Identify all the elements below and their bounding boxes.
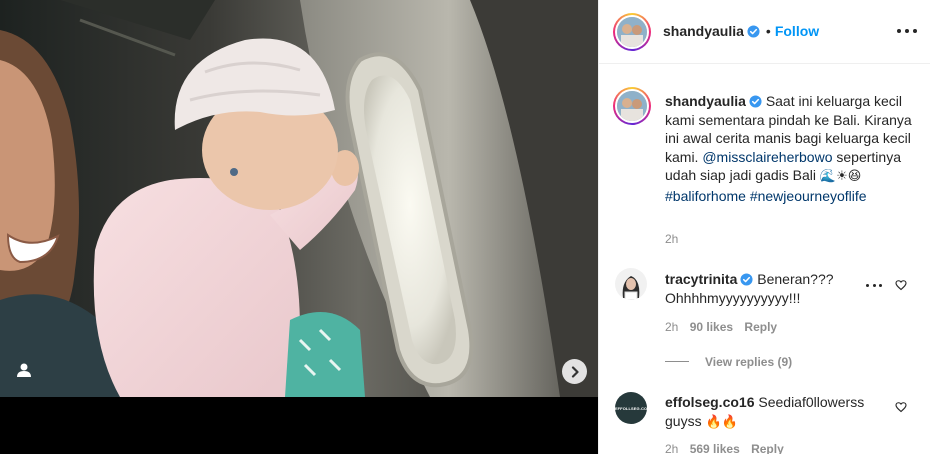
view-replies-button[interactable]: View replies (9) [705, 355, 792, 369]
comment-options-icon[interactable] [866, 282, 882, 288]
next-slide-button[interactable] [562, 359, 587, 384]
fire-emoji: 🔥 [705, 415, 722, 430]
post-details-panel: shandyaulia • Follow shandyaulia Saat ini … [598, 0, 930, 454]
heart-icon[interactable] [895, 401, 907, 413]
hashtag-link[interactable]: #newjeourneyoflife [750, 188, 867, 204]
author-avatar-image [617, 17, 647, 47]
verified-badge-icon [749, 95, 762, 108]
comment-meta: 2h 90 likes Reply [665, 320, 777, 334]
comment-time[interactable]: 2h [665, 442, 678, 454]
author-avatar[interactable] [613, 13, 651, 51]
caption-mention-link[interactable]: @missclaireherbowo [702, 149, 832, 165]
fire-emoji: 🔥 [721, 415, 738, 430]
wave-emoji: 🌊 [819, 169, 837, 184]
comment-username[interactable]: tracytrinita [665, 271, 737, 287]
view-replies-row[interactable]: View replies (9) [665, 353, 792, 371]
reply-button[interactable]: Reply [744, 320, 777, 334]
caption-timestamp[interactable]: 2h [665, 232, 678, 246]
comment-time[interactable]: 2h [665, 320, 678, 334]
caption-username[interactable]: shandyaulia [665, 93, 746, 109]
commenter-avatar[interactable]: EFFOLLSEG.CO [615, 392, 647, 424]
more-options-icon[interactable] [897, 23, 917, 39]
verified-badge-icon [740, 273, 753, 286]
hashtag-link[interactable]: #baliforhome [665, 188, 746, 204]
heart-icon[interactable] [895, 279, 907, 291]
header-user-line: shandyaulia • Follow [663, 23, 819, 41]
verified-badge-icon [747, 25, 760, 38]
post-photo[interactable] [0, 0, 598, 397]
comment-text: Ohhhhmyyyyyyyyyy!!! [665, 290, 801, 306]
author-username[interactable]: shandyaulia [663, 23, 744, 39]
sun-emoji: ☀ [836, 169, 848, 184]
comment-likes[interactable]: 90 likes [690, 320, 733, 334]
post-media[interactable] [0, 0, 598, 454]
caption-author-avatar[interactable] [613, 87, 651, 125]
commenter-avatar[interactable] [615, 268, 647, 300]
commenter-avatar-logo-text: EFFOLLSEG.CO [615, 405, 647, 411]
person-icon [17, 363, 31, 377]
post-caption: shandyaulia Saat ini keluarga kecil kami… [665, 92, 921, 205]
commenter-avatar-image [615, 268, 647, 300]
post-header: shandyaulia • Follow [599, 0, 930, 64]
chevron-right-icon [571, 365, 579, 378]
caption-avatar-image [617, 91, 647, 121]
tag-people-person-icon[interactable] [14, 360, 34, 380]
reply-button[interactable]: Reply [751, 442, 784, 454]
laughing-emoji: 😆 [847, 169, 862, 184]
airplane-baby-photo [0, 0, 598, 397]
comment-body: tracytrinita Beneran??? Ohhhhmyyyyyyyyyy… [665, 270, 865, 308]
header-separator: • [765, 23, 771, 39]
replies-divider [665, 361, 689, 363]
comment-likes[interactable]: 569 likes [690, 442, 740, 454]
follow-button[interactable]: Follow [775, 23, 819, 39]
comment-body: effolseg.co16 Seediaf0llowerss guyss 🔥🔥 [665, 393, 880, 432]
comment-text: Beneran??? [757, 271, 834, 287]
comment-meta: 2h 569 likes Reply [665, 442, 784, 454]
comment-username[interactable]: effolseg.co16 [665, 394, 754, 410]
